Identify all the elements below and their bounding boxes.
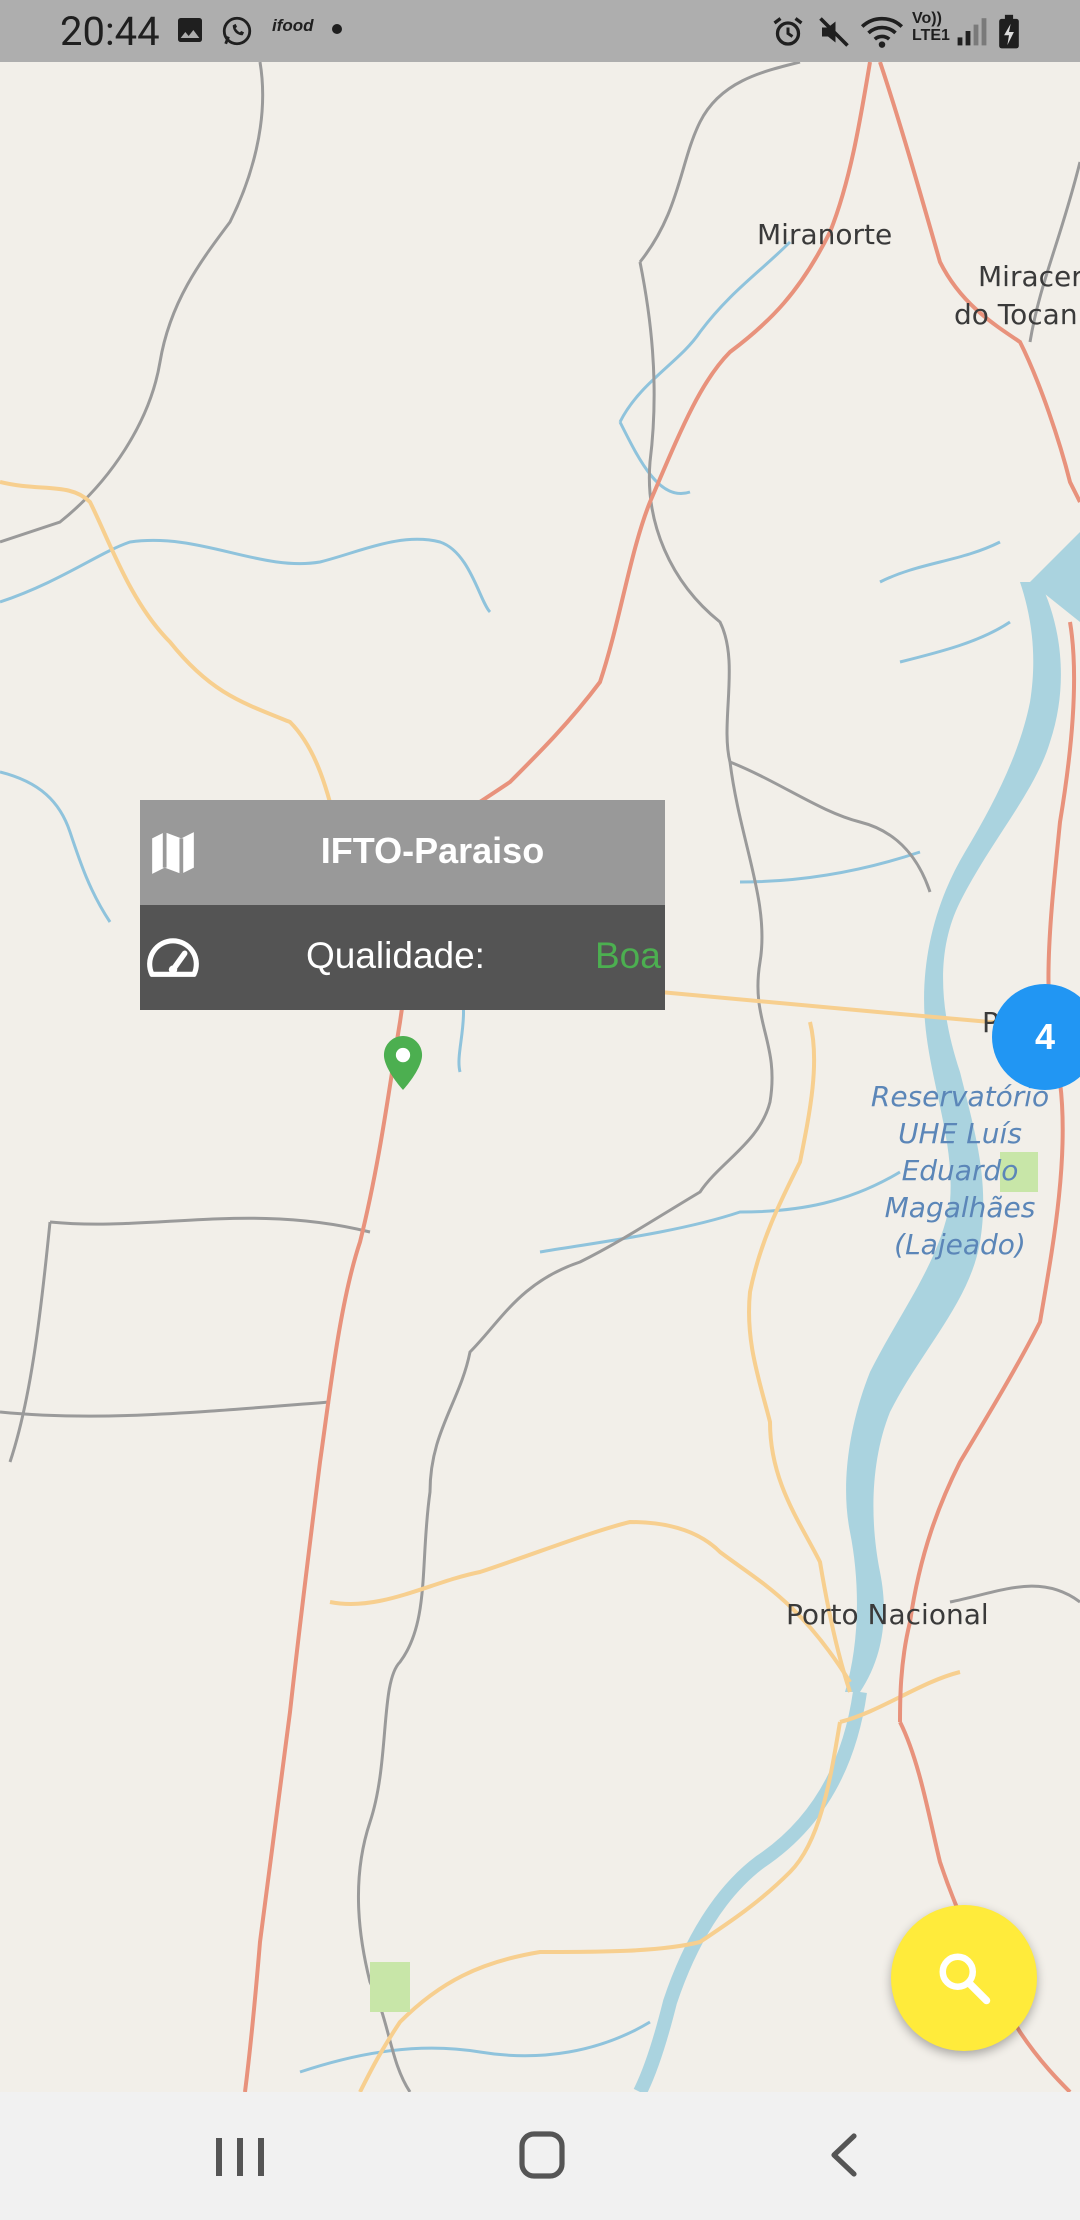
popup-title: IFTO-Paraiso: [320, 830, 545, 871]
quality-value: Boa: [595, 935, 661, 976]
volte-text: Vo)): [912, 10, 942, 27]
search-icon: [939, 1953, 991, 2005]
signal-icon: [957, 18, 987, 46]
volte-icon: Vo)) LTE1: [912, 10, 950, 44]
place-label-porto-nacional: Porto Nacional: [786, 1598, 989, 1631]
navigation-bar: [0, 2092, 1080, 2220]
map-pin-icon[interactable]: [383, 1036, 423, 1090]
recents-icon[interactable]: [210, 2134, 270, 2180]
place-label-miracema-1: Miracer: [978, 260, 1080, 293]
water-label: Reservatório UHE Luís Eduardo Magalhães …: [860, 1078, 1060, 1263]
popup-header: IFTO-Paraiso: [140, 800, 665, 905]
lte-text: LTE1: [912, 27, 950, 44]
cluster-count: 4: [1034, 1016, 1056, 1057]
ifood-icon: ifood: [272, 16, 314, 35]
whatsapp-icon: [222, 16, 252, 46]
wifi-icon: [860, 16, 904, 48]
water-label-line: Eduardo: [901, 1154, 1019, 1187]
status-bar: 20:44 ifood Vo)) LTE1: [0, 0, 1080, 62]
water-label-line: (Lajeado): [894, 1228, 1026, 1261]
popup-body: Qualidade: Boa: [140, 905, 665, 1010]
station-info-popup[interactable]: IFTO-Paraiso Qualidade: Boa: [140, 800, 665, 1010]
place-label-miracema-2: do Tocan: [954, 298, 1078, 331]
search-fab-button[interactable]: [891, 1905, 1037, 2051]
park-area: [370, 1962, 410, 2012]
water-label-line: Magalhães: [884, 1191, 1036, 1224]
battery-charging-icon: [999, 14, 1019, 49]
map-view[interactable]: Miranorte Miracer do Tocan Porto Naciona…: [0, 62, 1080, 2092]
quality-label: Qualidade:: [306, 935, 485, 976]
place-label-miranorte: Miranorte: [757, 218, 893, 251]
dot-icon: [332, 24, 342, 34]
status-time: 20:44: [60, 8, 160, 55]
back-icon[interactable]: [820, 2130, 868, 2180]
map-tiles: [0, 62, 1080, 2092]
speedometer-icon: [147, 938, 199, 977]
home-icon[interactable]: [516, 2128, 568, 2182]
image-icon: [178, 18, 202, 42]
water-label-line: UHE Luís: [898, 1117, 1022, 1150]
alarm-icon: [773, 17, 803, 46]
mute-icon: [819, 17, 849, 47]
